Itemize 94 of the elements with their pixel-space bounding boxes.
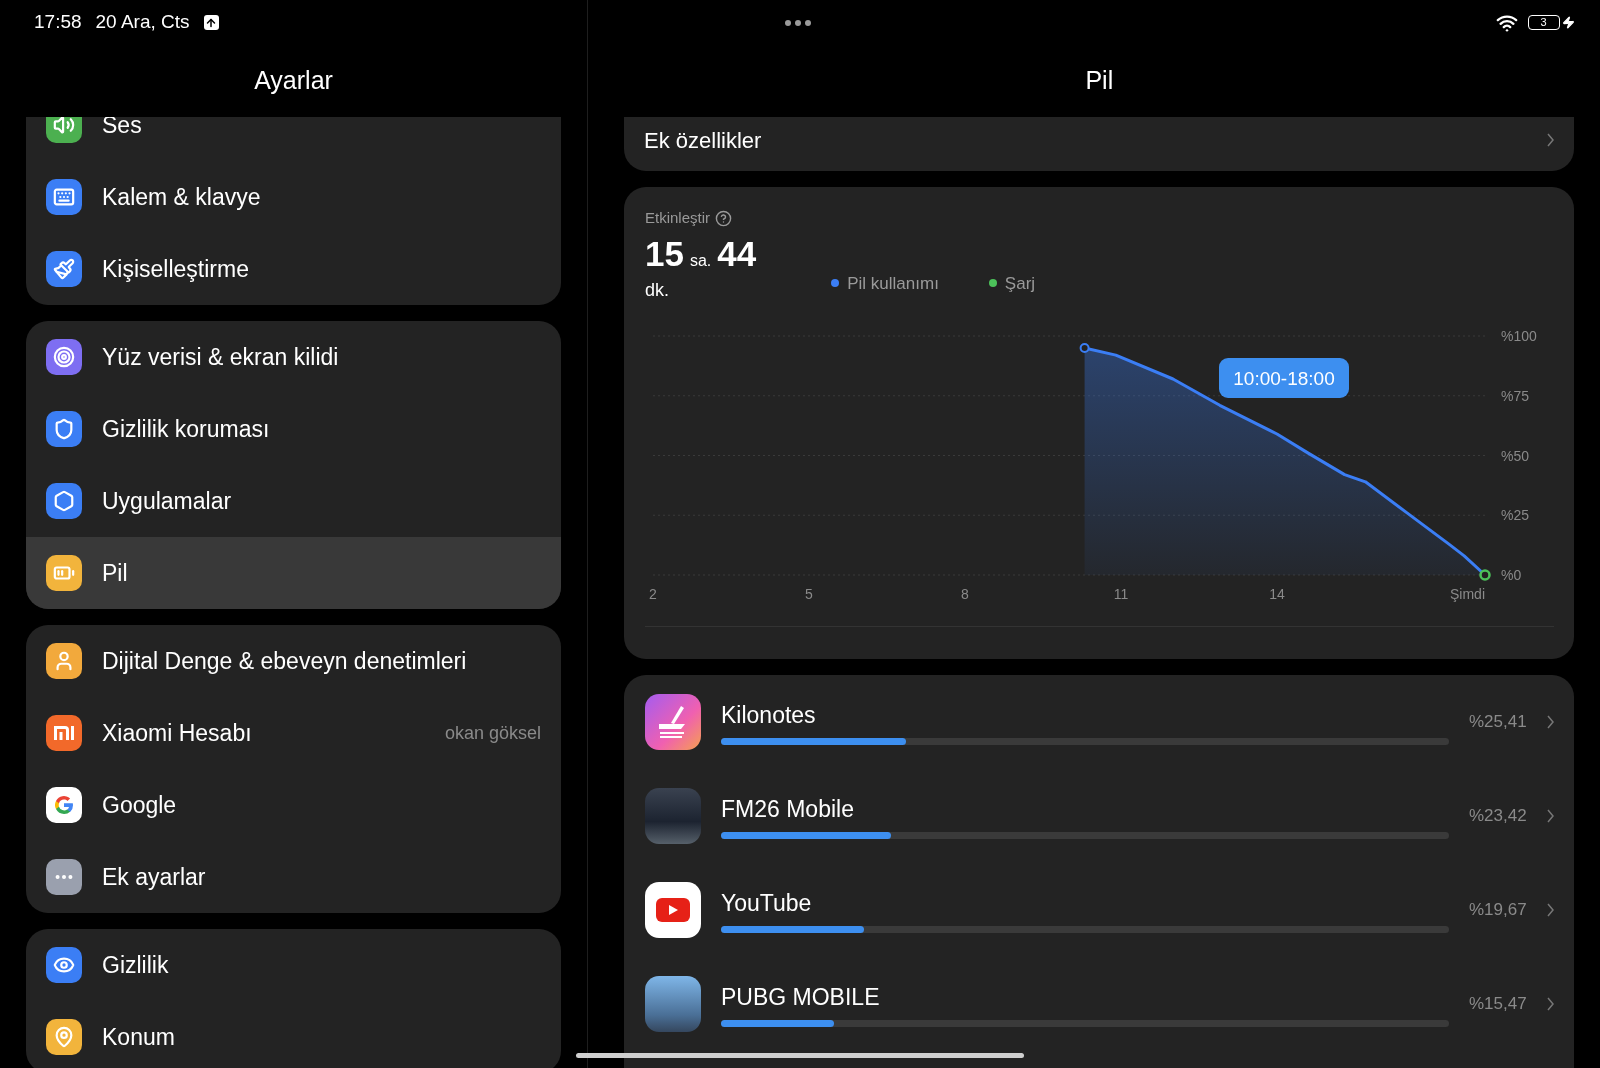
settings-item[interactable]: Dijital Denge & ebeveyn denetimleri bbox=[26, 625, 561, 697]
status-date: 20 Ara, Cts bbox=[95, 10, 190, 35]
more-dots-icon[interactable] bbox=[785, 19, 811, 26]
time-range-tooltip: 10:00-18:00 bbox=[1219, 357, 1349, 398]
item-label: Xiaomi Hesabı bbox=[102, 718, 253, 748]
hexagon-icon bbox=[46, 483, 82, 519]
upload-icon bbox=[203, 15, 219, 30]
settings-item[interactable]: Kişiselleştirme bbox=[26, 233, 561, 305]
battery-icon bbox=[46, 555, 82, 591]
app-name: PUBG MOBILE bbox=[721, 983, 881, 1012]
axis-label: 2 bbox=[649, 585, 657, 602]
axis-label: 8 bbox=[961, 585, 969, 602]
person-icon bbox=[46, 643, 82, 679]
axis-label: %25 bbox=[1501, 506, 1530, 523]
axis-label: Şimdi bbox=[1450, 585, 1485, 602]
usage-percent: %15,47 bbox=[1469, 993, 1527, 1016]
row-label: Ek özellikler bbox=[644, 126, 763, 155]
axis-label: 14 bbox=[1269, 585, 1285, 602]
mi-logo-icon bbox=[46, 715, 82, 751]
app-usage-row[interactable]: FM26 Mobile %23,42 bbox=[624, 769, 1574, 863]
extra-features-row[interactable]: Ek özellikler bbox=[624, 117, 1574, 171]
usage-percent: %25,41 bbox=[1469, 711, 1527, 734]
item-label: Yüz verisi & ekran kilidi bbox=[102, 342, 340, 372]
item-label: Kalem & klavye bbox=[102, 182, 262, 212]
eye-icon bbox=[46, 947, 82, 983]
item-label: Ses bbox=[102, 117, 143, 140]
settings-item[interactable]: Yüz verisi & ekran kilidi bbox=[26, 321, 561, 393]
app-name: Kilonotes bbox=[721, 701, 817, 730]
hours-unit: sa. bbox=[689, 252, 712, 269]
notes-app-icon bbox=[645, 694, 701, 750]
chevron-icon bbox=[1546, 809, 1554, 823]
settings-item[interactable]: Uygulamalar bbox=[26, 465, 561, 537]
end-point-marker bbox=[1479, 568, 1491, 581]
settings-item[interactable]: Kalem & klavye bbox=[26, 161, 561, 233]
annotation: 10:00-18:00 bbox=[1233, 367, 1335, 389]
item-label: Gizlilik bbox=[102, 950, 170, 980]
axis-label: %75 bbox=[1501, 387, 1530, 404]
settings-item[interactable]: Gizlilik koruması bbox=[26, 393, 561, 465]
charging-bolt-icon bbox=[1561, 16, 1575, 29]
chevron-icon bbox=[1546, 133, 1554, 147]
brush-icon bbox=[46, 251, 82, 287]
item-label: Dijital Denge & ebeveyn denetimleri bbox=[102, 646, 468, 676]
map-pin-icon bbox=[46, 1019, 82, 1055]
item-label: Gizlilik koruması bbox=[102, 414, 271, 444]
minutes-unit: dk. bbox=[645, 278, 670, 302]
item-label: Konum bbox=[102, 1022, 176, 1052]
item-label: Uygulamalar bbox=[102, 486, 233, 516]
chevron-icon bbox=[1546, 903, 1554, 917]
item-label: Ek ayarlar bbox=[102, 862, 207, 892]
axis-label: %100 bbox=[1501, 327, 1537, 344]
app-name: YouTube bbox=[721, 889, 813, 918]
shield-icon bbox=[46, 411, 82, 447]
settings-item[interactable]: Ek ayarlar bbox=[26, 841, 561, 913]
axis-label: %0 bbox=[1501, 566, 1522, 583]
settings-item[interactable]: Google bbox=[26, 769, 561, 841]
start-point-marker bbox=[1079, 342, 1090, 353]
item-label: Pil bbox=[102, 558, 129, 588]
legend-label: Şarj bbox=[1004, 272, 1036, 295]
axis-label: %50 bbox=[1501, 447, 1530, 463]
settings-item[interactable]: Pil bbox=[26, 537, 561, 609]
settings-item[interactable]: Konum bbox=[26, 1001, 561, 1068]
app-usage-row[interactable]: Kilonotes %25,41 bbox=[624, 675, 1574, 769]
photo-placeholder bbox=[645, 788, 701, 844]
item-label: Google bbox=[102, 790, 178, 820]
google-logo-icon bbox=[46, 787, 82, 823]
help-icon[interactable] bbox=[715, 209, 733, 227]
axis-label: 5 bbox=[805, 585, 813, 602]
battery-indicator: 3 bbox=[1527, 15, 1560, 30]
axis-label: 11 bbox=[1113, 585, 1129, 602]
app-name: FM26 Mobile bbox=[721, 795, 855, 824]
item-label: Kişiselleştirme bbox=[102, 254, 250, 284]
panel-title: Pil bbox=[1085, 65, 1114, 97]
speaker-icon bbox=[46, 117, 82, 143]
dots-icon bbox=[46, 859, 82, 895]
legend-label: Pil kullanımı bbox=[847, 272, 939, 295]
chevron-icon bbox=[1546, 715, 1554, 729]
usage-header: Etkinleştir bbox=[645, 208, 711, 228]
usage-percent: %19,67 bbox=[1469, 899, 1527, 922]
settings-item[interactable]: Ses bbox=[26, 117, 561, 161]
settings-item[interactable]: Xiaomi Hesabı okan göksel bbox=[26, 697, 561, 769]
panel-title: Ayarlar bbox=[254, 65, 333, 97]
play-app-icon bbox=[645, 882, 701, 938]
app-usage-row[interactable]: YouTube %19,67 bbox=[624, 863, 1574, 957]
chevron-icon bbox=[1546, 997, 1554, 1011]
keyboard-icon bbox=[46, 179, 82, 215]
hours-value: 15 bbox=[645, 235, 684, 271]
settings-item[interactable]: Gizlilik bbox=[26, 929, 561, 1001]
target-icon bbox=[46, 339, 82, 375]
usage-percent: %23,42 bbox=[1469, 805, 1527, 828]
photo-placeholder bbox=[645, 976, 701, 1032]
item-value: okan göksel bbox=[444, 721, 541, 745]
clock-time: 17:58 bbox=[34, 10, 82, 35]
minutes-value: 44 bbox=[717, 235, 757, 271]
app-usage-row[interactable]: PUBG MOBILE %15,47 bbox=[624, 957, 1574, 1051]
